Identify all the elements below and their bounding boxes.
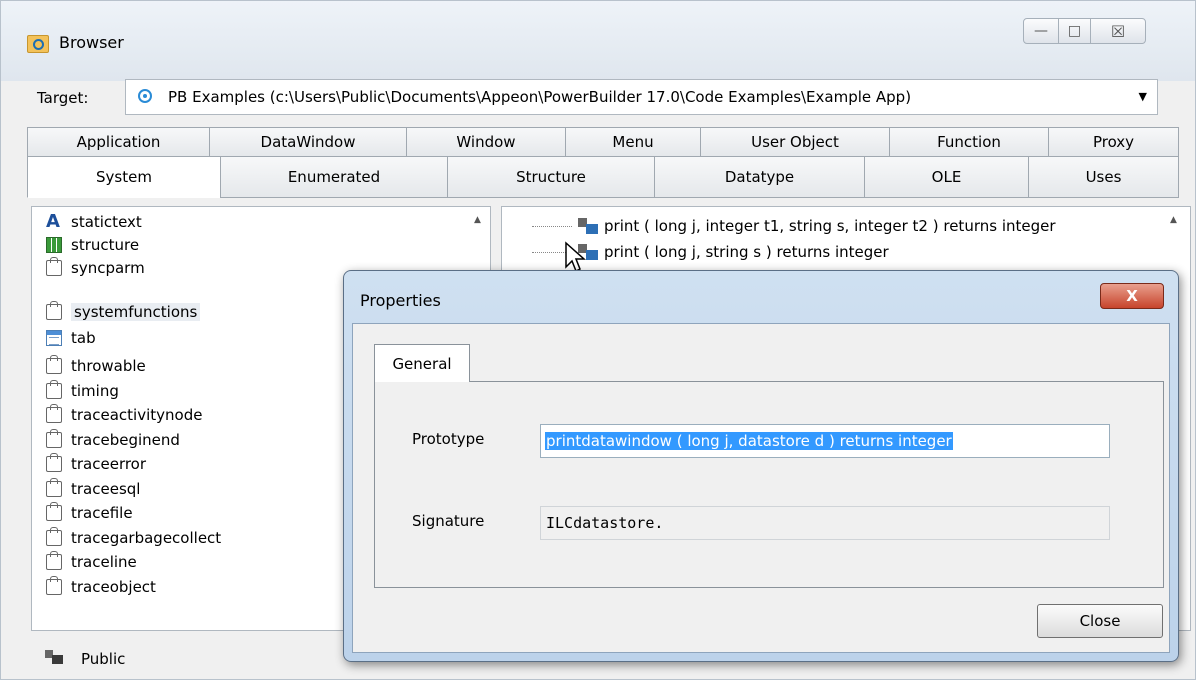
tab-structure[interactable]: Structure [447,156,655,198]
tab-user-object[interactable]: User Object [700,127,890,157]
dialog-body: General Prototype printdatawindow ( long… [352,323,1170,653]
tab-application[interactable]: Application [27,127,210,157]
tab-menu[interactable]: Menu [565,127,701,157]
list-item-label: traceactivitynode [71,406,203,424]
list-item-label: throwable [71,357,146,375]
window-title: Browser [59,33,124,52]
list-item-structure[interactable]: structure [32,234,139,256]
title-bar: Browser — □ ☒ [1,1,1195,81]
tab-icon [46,330,62,346]
tab-datawindow[interactable]: DataWindow [209,127,407,157]
target-label: Target: [37,89,89,107]
object-icon [46,576,62,595]
object-icon [46,527,62,546]
list-item-throwable[interactable]: throwable [32,355,146,377]
object-icon [46,301,62,320]
list-item-systemfunctions[interactable]: systemfunctions [32,301,201,323]
scroll-up-arrow-icon[interactable]: ▲ [474,215,481,225]
object-icon [46,502,62,521]
tab-window[interactable]: Window [406,127,566,157]
tab-general[interactable]: General [374,344,470,382]
list-item-label: statictext [71,213,142,231]
list-item-label: tracefile [71,504,133,522]
tab-function[interactable]: Function [889,127,1049,157]
scope-label: Public [81,650,126,668]
minimize-button[interactable]: — [1023,18,1059,44]
tab-uses[interactable]: Uses [1028,156,1179,198]
close-button[interactable]: Close [1037,604,1163,638]
list-item-tracebeginend[interactable]: tracebeginend [32,429,180,451]
function-signature: print ( long j, integer t1, string s, in… [604,217,1056,235]
list-item-traceactivitynode[interactable]: traceactivitynode [32,404,202,426]
object-icon [46,429,62,448]
text-a-icon: A [46,211,60,232]
list-item-label: systemfunctions [71,303,201,321]
tab-ole[interactable]: OLE [864,156,1029,198]
chevron-down-icon[interactable]: ▼ [1139,90,1147,103]
list-item-label: tracebeginend [71,431,180,449]
list-item-label: tracegarbagecollect [71,529,222,547]
tab-datatype[interactable]: Datatype [654,156,865,198]
list-item-syncparm[interactable]: syncparm [32,257,145,279]
properties-dialog: Properties X General Prototype printdata… [343,270,1179,662]
maximize-button[interactable]: □ [1058,18,1091,44]
object-icon [46,380,62,399]
object-icon [46,551,62,570]
signature-value: ILCdatastore. [546,514,664,532]
function-signature: print ( long j, string s ) returns integ… [604,243,889,261]
list-item-label: syncparm [71,259,145,277]
target-value: PB Examples (c:\Users\Public\Documents\A… [168,88,912,106]
list-item-traceerror[interactable]: traceerror [32,453,146,475]
dialog-close-x-button[interactable]: X [1100,283,1164,309]
target-dropdown[interactable]: PB Examples (c:\Users\Public\Documents\A… [125,79,1158,115]
list-item-label: traceline [71,553,137,571]
object-icon [46,453,62,472]
signature-label: Signature [412,512,485,530]
prototype-field[interactable]: printdatawindow ( long j, datastore d ) … [540,424,1110,458]
target-icon [138,89,152,103]
list-item-label: traceesql [71,480,141,498]
function-item[interactable]: print ( long j, integer t1, string s, in… [532,215,1056,237]
list-item-label: timing [71,382,119,400]
object-icon [46,257,62,276]
object-icon [46,478,62,497]
general-tab-panel: Prototype printdatawindow ( long j, data… [374,381,1164,588]
scroll-up-arrow-icon[interactable]: ▲ [1170,215,1177,225]
dialog-title: Properties [360,291,441,310]
list-item-label: tab [71,329,96,347]
tab-row-2: System Enumerated Structure Datatype OLE… [27,156,1179,198]
list-item-label: traceerror [71,455,147,473]
tab-enumerated[interactable]: Enumerated [220,156,448,198]
prototype-value: printdatawindow ( long j, datastore d ) … [545,432,953,450]
list-item-statictext[interactable]: Astatictext [32,211,142,233]
signature-field[interactable]: ILCdatastore. [540,506,1110,540]
list-item-traceobject[interactable]: traceobject [32,576,156,598]
public-scope-icon [45,650,63,664]
prototype-label: Prototype [412,430,485,448]
tab-proxy[interactable]: Proxy [1048,127,1179,157]
list-item-traceesql[interactable]: traceesql [32,478,140,500]
list-item-traceline[interactable]: traceline [32,551,137,573]
list-item-label: traceobject [71,578,156,596]
list-item-tracefile[interactable]: tracefile [32,502,133,524]
close-window-button[interactable]: ☒ [1090,18,1146,44]
list-item-tab[interactable]: tab [32,327,96,349]
tree-connector [532,225,572,227]
object-icon [46,404,62,423]
browser-icon [27,35,49,53]
object-icon [46,355,62,374]
method-icon [578,218,598,234]
list-item-timing[interactable]: timing [32,380,119,402]
structure-icon [46,237,62,253]
tab-system[interactable]: System [27,156,221,198]
list-item-tracegarbagecollect[interactable]: tracegarbagecollect [32,527,221,549]
list-item-label: structure [71,236,140,254]
tab-row-1: Application DataWindow Window Menu User … [27,127,1179,157]
